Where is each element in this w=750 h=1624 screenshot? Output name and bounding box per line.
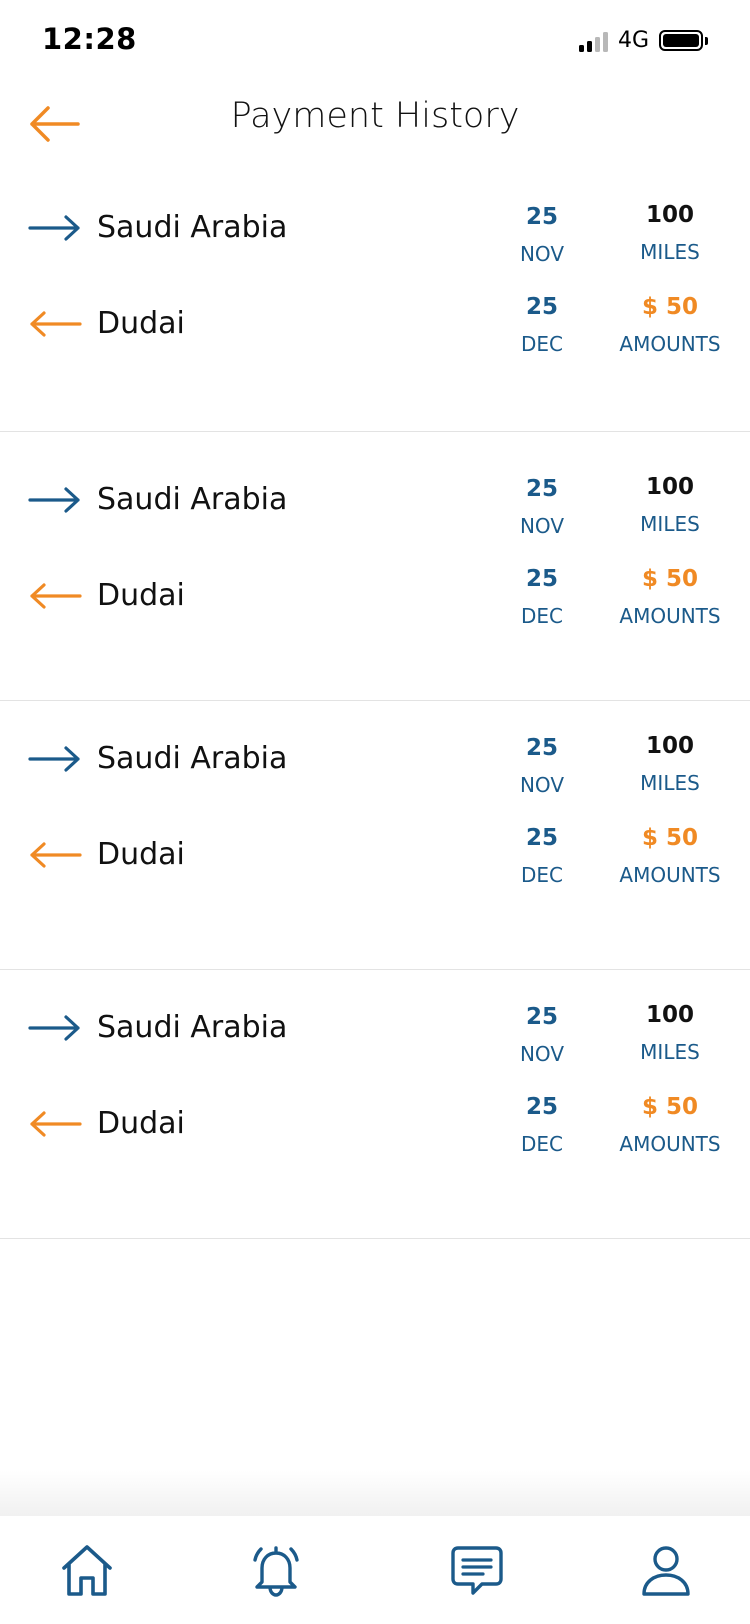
miles-value: 100 — [645, 474, 694, 500]
miles-block: 100 MILES — [600, 1002, 740, 1064]
amount-block: $ 50 AMOUNTS — [600, 566, 740, 628]
amount-label: AMOUNTS — [619, 1132, 721, 1156]
trip-return-row: Dudai 25 DEC $ 50 AMOUNTS — [0, 819, 750, 899]
battery-icon — [659, 30, 708, 51]
trip-departure-row: Saudi Arabia 25 NOV 100 MILES — [0, 723, 750, 803]
return-date: 25 DEC — [492, 825, 592, 887]
bottom-tab-bar — [0, 1516, 750, 1624]
return-place: Dudai — [97, 578, 185, 613]
date-month: DEC — [520, 863, 563, 887]
departure-date: 25 NOV — [492, 735, 592, 797]
date-month: DEC — [520, 332, 563, 356]
amount-label: AMOUNTS — [619, 863, 721, 887]
network-label: 4G — [617, 28, 649, 53]
date-month: NOV — [519, 1042, 565, 1066]
trip-card[interactable]: Saudi Arabia 25 NOV 100 MILES Dudai 25 D… — [0, 701, 750, 970]
home-icon — [62, 1545, 112, 1596]
departure-place: Saudi Arabia — [97, 741, 288, 776]
date-month: NOV — [519, 514, 565, 538]
trip-card[interactable]: Saudi Arabia 25 NOV 100 MILES Dudai 25 D… — [0, 970, 750, 1239]
payment-history-list: Saudi Arabia 25 NOV 100 MILES Dudai 25 D… — [0, 170, 750, 1239]
trip-return-row: Dudai 25 DEC $ 50 AMOUNTS — [0, 560, 750, 640]
arrow-right-icon — [28, 746, 80, 772]
amount-value: $ 50 — [641, 825, 699, 851]
arrow-left-icon — [30, 311, 82, 337]
miles-value: 100 — [645, 733, 694, 759]
tab-profile[interactable] — [637, 1542, 695, 1600]
arrow-left-icon — [30, 842, 82, 868]
date-day: 25 — [525, 825, 558, 851]
date-month: DEC — [520, 604, 563, 628]
return-date: 25 DEC — [492, 566, 592, 628]
amount-value: $ 50 — [641, 566, 699, 592]
trip-return-row: Dudai 25 DEC $ 50 AMOUNTS — [0, 288, 750, 368]
date-day: 25 — [525, 294, 558, 320]
tab-notifications[interactable] — [247, 1542, 305, 1600]
chat-icon — [451, 1546, 503, 1595]
amount-value: $ 50 — [641, 1094, 699, 1120]
arrow-right-icon — [28, 215, 80, 241]
status-time: 12:28 — [42, 22, 137, 56]
arrow-left-icon — [30, 583, 82, 609]
trip-card[interactable]: Saudi Arabia 25 NOV 100 MILES Dudai 25 D… — [0, 170, 750, 432]
return-date: 25 DEC — [492, 294, 592, 356]
date-day: 25 — [525, 476, 558, 502]
arrow-right-icon — [28, 487, 80, 513]
departure-place: Saudi Arabia — [97, 210, 288, 245]
miles-block: 100 MILES — [600, 202, 740, 264]
header: Payment History — [0, 84, 750, 184]
bell-icon — [253, 1546, 299, 1597]
date-day: 25 — [525, 1004, 558, 1030]
amount-label: AMOUNTS — [619, 604, 721, 628]
trip-departure-row: Saudi Arabia 25 NOV 100 MILES — [0, 992, 750, 1072]
return-place: Dudai — [97, 306, 185, 341]
user-icon — [642, 1546, 690, 1596]
signal-icon — [578, 30, 608, 52]
miles-value: 100 — [645, 1002, 694, 1028]
tab-home[interactable] — [58, 1542, 116, 1600]
date-day: 25 — [525, 566, 558, 592]
amount-block: $ 50 AMOUNTS — [600, 294, 740, 356]
date-month: NOV — [519, 242, 565, 266]
amount-block: $ 50 AMOUNTS — [600, 1094, 740, 1156]
return-place: Dudai — [97, 1106, 185, 1141]
departure-place: Saudi Arabia — [97, 482, 288, 517]
return-date: 25 DEC — [492, 1094, 592, 1156]
miles-label: MILES — [640, 512, 700, 536]
arrow-right-icon — [28, 1015, 80, 1041]
departure-date: 25 NOV — [492, 204, 592, 266]
tab-messages[interactable] — [448, 1542, 506, 1600]
departure-date: 25 NOV — [492, 476, 592, 538]
status-bar: 12:28 4G — [0, 0, 750, 84]
departure-place: Saudi Arabia — [97, 1010, 288, 1045]
date-month: DEC — [520, 1132, 563, 1156]
miles-label: MILES — [640, 771, 700, 795]
trip-return-row: Dudai 25 DEC $ 50 AMOUNTS — [0, 1088, 750, 1168]
amount-value: $ 50 — [641, 294, 699, 320]
departure-date: 25 NOV — [492, 1004, 592, 1066]
return-place: Dudai — [97, 837, 185, 872]
date-day: 25 — [525, 1094, 558, 1120]
amount-block: $ 50 AMOUNTS — [600, 825, 740, 887]
trip-departure-row: Saudi Arabia 25 NOV 100 MILES — [0, 464, 750, 544]
date-day: 25 — [525, 735, 558, 761]
date-day: 25 — [525, 204, 558, 230]
tabbar-shadow — [0, 1470, 750, 1518]
amount-label: AMOUNTS — [619, 332, 721, 356]
trip-card[interactable]: Saudi Arabia 25 NOV 100 MILES Dudai 25 D… — [0, 432, 750, 701]
status-indicators: 4G — [578, 28, 708, 53]
miles-block: 100 MILES — [600, 733, 740, 795]
miles-block: 100 MILES — [600, 474, 740, 536]
trip-departure-row: Saudi Arabia 25 NOV 100 MILES — [0, 192, 750, 272]
arrow-left-icon — [30, 1111, 82, 1137]
page-title: Payment History — [230, 96, 520, 136]
miles-value: 100 — [645, 202, 694, 228]
miles-label: MILES — [640, 1040, 700, 1064]
miles-label: MILES — [640, 240, 700, 264]
date-month: NOV — [519, 773, 565, 797]
